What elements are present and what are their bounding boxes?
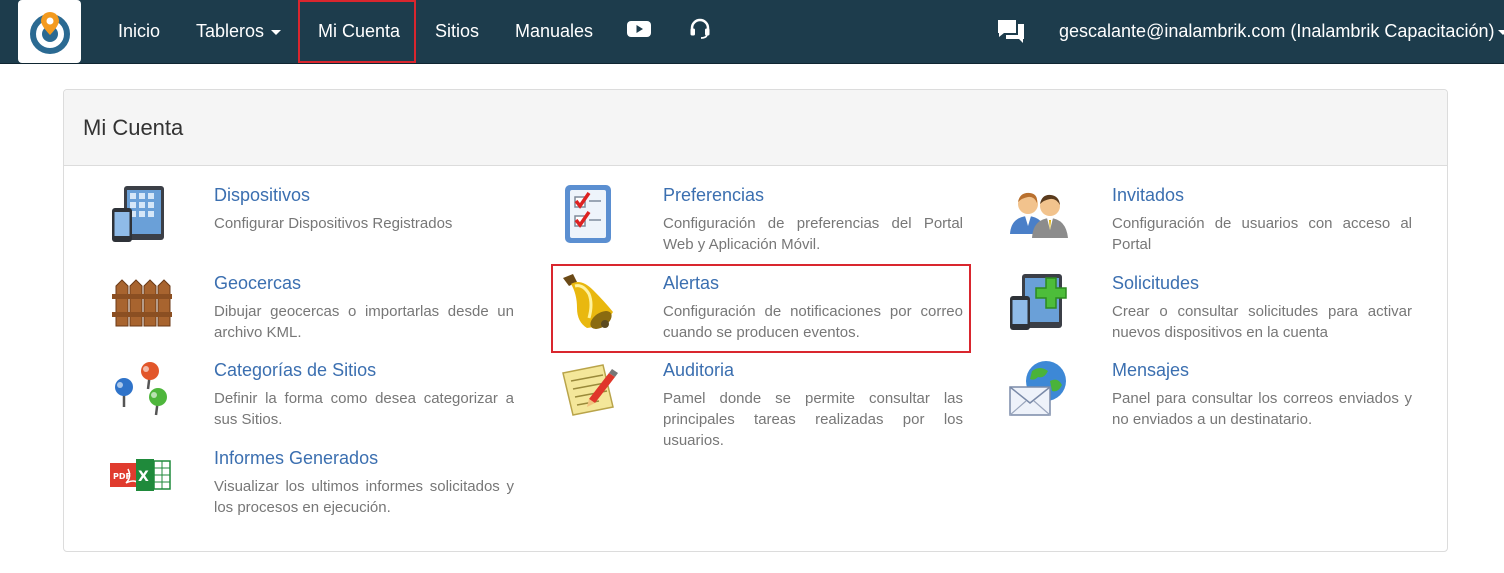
top-navbar: Inicio Tableros Mi Cuenta Sitios Manuale… <box>0 0 1504 64</box>
add-device-icon <box>1010 274 1067 330</box>
users-icon <box>1010 192 1068 238</box>
user-account-dropdown[interactable]: gescalante@inalambrik.com (Inalambrik Ca… <box>1059 0 1504 63</box>
app-logo[interactable] <box>18 0 81 63</box>
item-description: Panel para consultar los correos enviado… <box>1112 390 1412 428</box>
youtube-icon[interactable] <box>626 16 652 42</box>
svg-text:X: X <box>138 469 149 485</box>
caret-down-icon <box>1498 30 1504 35</box>
notepad-pencil-icon <box>562 364 618 416</box>
item-description: Configuración de usuarios con acceso al … <box>1112 215 1412 253</box>
item-description: Configurar Dispositivos Registrados <box>214 215 453 232</box>
nav-manuales[interactable]: Manuales <box>515 0 593 63</box>
item-description: Dibujar geocercas o importarlas desde un… <box>214 303 514 341</box>
item-title[interactable]: Solicitudes <box>1112 272 1412 294</box>
panel-title: Mi Cuenta <box>64 90 1447 166</box>
nav-mi-cuenta-label: Mi Cuenta <box>318 21 401 41</box>
logo-icon <box>29 11 70 54</box>
caret-down-icon <box>271 30 282 35</box>
mail-globe-icon <box>1009 361 1066 416</box>
nav-inicio-label: Inicio <box>118 21 161 41</box>
checklist-icon <box>565 185 611 243</box>
item-title[interactable]: Informes Generados <box>214 447 514 469</box>
item-description: Configuración de preferencias del Portal… <box>663 215 963 253</box>
nav-inicio[interactable]: Inicio <box>118 0 160 63</box>
item-title[interactable]: Categorías de Sitios <box>214 359 514 381</box>
item-title[interactable]: Preferencias <box>663 184 963 206</box>
pins-icon <box>115 362 167 416</box>
item-title[interactable]: Auditoria <box>663 359 963 381</box>
item-description: Pamel donde se permite consultar las pri… <box>663 390 963 449</box>
nav-sitios[interactable]: Sitios <box>435 0 479 63</box>
nav-mi-cuenta[interactable]: Mi Cuenta <box>298 0 416 63</box>
fence-icon <box>112 279 172 327</box>
nav-sitios-label: Sitios <box>435 21 480 41</box>
headset-support-icon[interactable] <box>687 16 713 42</box>
item-description: Crear o consultar solicitudes para activ… <box>1112 303 1412 341</box>
alertas-highlight-box <box>551 264 971 353</box>
pdf-excel-icon: PDF X <box>110 459 171 491</box>
item-description: Visualizar los ultimos informes solicita… <box>214 478 514 516</box>
item-title[interactable]: Dispositivos <box>214 184 514 206</box>
item-title[interactable]: Geocercas <box>214 272 514 294</box>
chat-messages-icon[interactable] <box>996 17 1026 47</box>
devices-icon <box>112 186 164 242</box>
item-title[interactable]: Invitados <box>1112 184 1412 206</box>
nav-tableros-dropdown[interactable]: Tableros <box>196 0 282 63</box>
item-description: Definir la forma como desea categorizar … <box>214 390 514 428</box>
nav-tableros-label: Tableros <box>196 21 265 41</box>
nav-manuales-label: Manuales <box>515 21 594 41</box>
user-account-label: gescalante@inalambrik.com (Inalambrik Ca… <box>1059 21 1495 41</box>
item-title[interactable]: Mensajes <box>1112 359 1412 381</box>
